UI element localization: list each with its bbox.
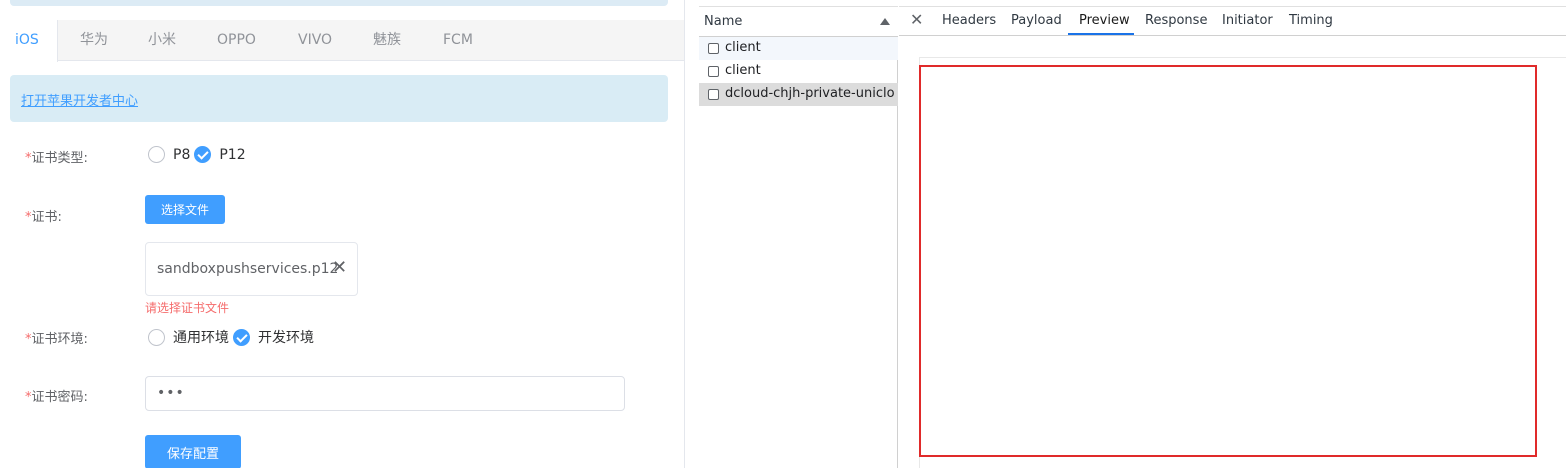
sort-ascending-icon bbox=[880, 18, 890, 25]
radio-p8-circle[interactable] bbox=[148, 146, 165, 163]
radio-general-env-label: 通用环境 bbox=[173, 330, 229, 346]
tab-fcm[interactable]: FCM bbox=[433, 20, 483, 61]
vendor-tabs: iOS 华为 小米 OPPO VIVO 魅族 FCM bbox=[0, 20, 684, 62]
tab-initiator[interactable]: Initiator bbox=[1222, 13, 1273, 28]
details-tab-bar: ✕ Headers Payload Preview Response Initi… bbox=[899, 7, 1566, 36]
cert-password-label-text: 证书密码: bbox=[31, 390, 88, 405]
cert-label-text: 证书: bbox=[31, 210, 62, 225]
push-config-panel: iOS 华为 小米 OPPO VIVO 魅族 FCM 打开苹果开发者中心 *证书… bbox=[0, 0, 684, 468]
cert-password-label: *证书密码: bbox=[25, 386, 88, 405]
radio-general-env-circle[interactable] bbox=[148, 328, 165, 346]
radio-dev-env-check-icon[interactable] bbox=[233, 328, 250, 346]
request-row-selected[interactable]: dcloud-chjh-private-uniclo... bbox=[699, 83, 898, 106]
top-alert-bar bbox=[10, 0, 668, 6]
tab-vivo[interactable]: VIVO bbox=[288, 20, 342, 61]
request-checkbox[interactable] bbox=[708, 66, 719, 77]
radio-p8[interactable]: P8 bbox=[148, 146, 190, 163]
radio-dev-env-label: 开发环境 bbox=[258, 330, 314, 346]
tab-xiaomi[interactable]: 小米 bbox=[138, 20, 186, 61]
info-box: 打开苹果开发者中心 bbox=[10, 75, 668, 122]
radio-p12[interactable]: P12 bbox=[194, 146, 246, 163]
file-name: sandboxpushservices.p12 bbox=[157, 261, 339, 277]
top-strip bbox=[699, 0, 898, 7]
uploaded-file-card: sandboxpushservices.p12 ✕ bbox=[145, 242, 358, 296]
tab-headers[interactable]: Headers bbox=[942, 13, 996, 28]
radio-p12-label: P12 bbox=[219, 146, 246, 163]
cert-env-radio-group: 通用环境 开发环境 bbox=[148, 327, 318, 347]
cert-env-label: *证书环境: bbox=[25, 328, 88, 347]
radio-p8-label: P8 bbox=[173, 146, 191, 163]
cert-env-label-text: 证书环境: bbox=[31, 332, 88, 347]
tab-oppo[interactable]: OPPO bbox=[207, 20, 266, 61]
name-column-header[interactable]: Name bbox=[699, 7, 898, 37]
apple-developer-link[interactable]: 打开苹果开发者中心 bbox=[21, 90, 138, 109]
cert-type-radio-group: P8 P12 bbox=[148, 146, 250, 163]
name-column-header-label: Name bbox=[704, 14, 743, 29]
request-checkbox[interactable] bbox=[708, 43, 719, 54]
close-details-icon[interactable]: ✕ bbox=[910, 10, 923, 29]
remove-file-close-icon[interactable]: ✕ bbox=[332, 259, 347, 277]
request-name: client bbox=[725, 40, 761, 55]
radio-dev-env[interactable]: 开发环境 bbox=[233, 327, 314, 347]
active-tab-underline bbox=[1068, 33, 1134, 35]
tab-huawei[interactable]: 华为 bbox=[70, 20, 118, 61]
request-row[interactable]: client bbox=[699, 60, 898, 83]
cert-type-label-text: 证书类型: bbox=[31, 151, 88, 166]
request-checkbox[interactable] bbox=[708, 89, 719, 100]
tab-meizu[interactable]: 魅族 bbox=[363, 20, 411, 61]
cert-label: *证书: bbox=[25, 206, 62, 225]
pane-divider[interactable] bbox=[684, 0, 698, 468]
tab-preview[interactable]: Preview bbox=[1079, 13, 1130, 28]
choose-file-button[interactable]: 选择文件 bbox=[145, 195, 225, 224]
network-request-list: Name client client dcloud-chjh-private-u… bbox=[699, 0, 898, 468]
top-strip-right bbox=[899, 0, 1566, 7]
cert-password-input[interactable]: ••• bbox=[145, 376, 625, 411]
cert-error-message: 请选择证书文件 bbox=[145, 301, 230, 315]
request-row[interactable]: client bbox=[699, 37, 898, 60]
tab-response[interactable]: Response bbox=[1145, 13, 1207, 28]
tab-timing[interactable]: Timing bbox=[1289, 13, 1333, 28]
highlight-annotation-frame bbox=[919, 65, 1537, 457]
request-name: client bbox=[725, 63, 761, 78]
save-config-button[interactable]: 保存配置 bbox=[145, 435, 241, 468]
tab-ios[interactable]: iOS bbox=[0, 20, 58, 62]
radio-general-env[interactable]: 通用环境 bbox=[148, 327, 229, 347]
cert-type-label: *证书类型: bbox=[25, 147, 88, 166]
request-name: dcloud-chjh-private-uniclo... bbox=[725, 86, 895, 101]
radio-p12-check-icon[interactable] bbox=[194, 146, 212, 163]
tab-payload[interactable]: Payload bbox=[1011, 13, 1062, 28]
